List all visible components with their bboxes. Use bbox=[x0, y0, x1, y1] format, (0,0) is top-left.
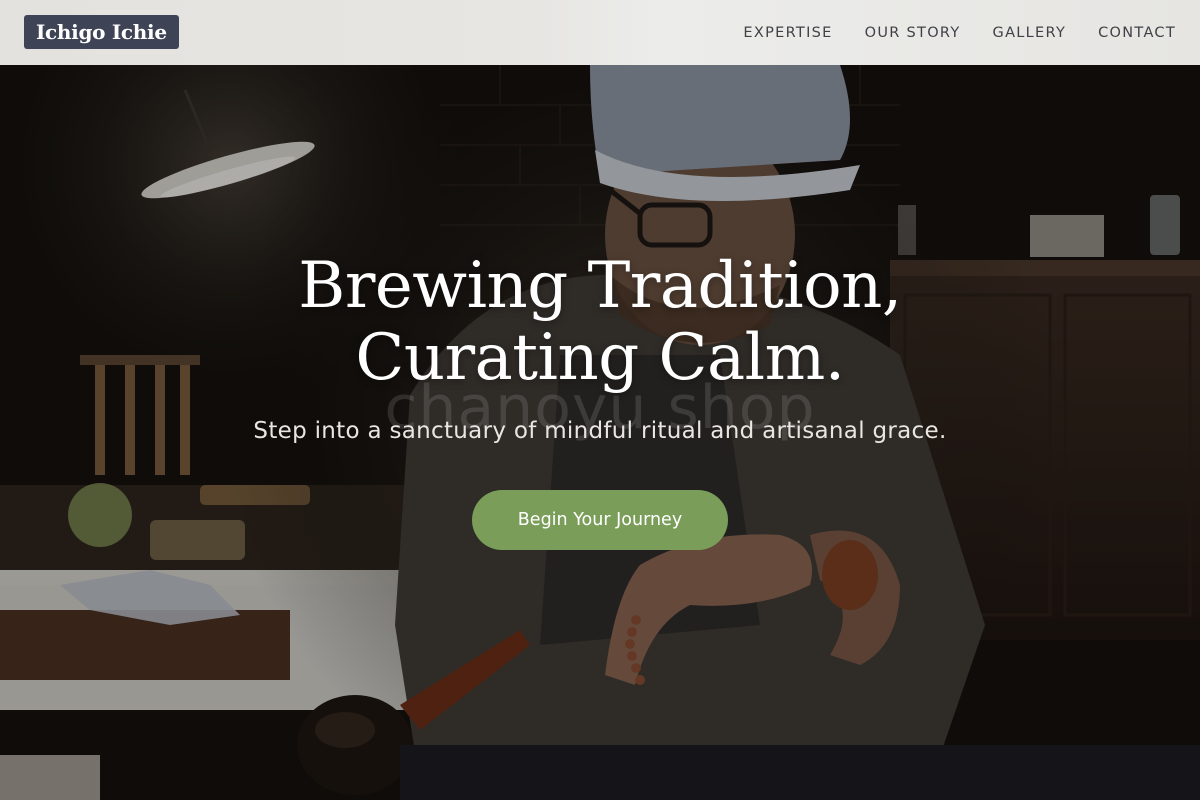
hero-headline: Brewing Tradition, Curating Calm. bbox=[0, 250, 1200, 394]
main-nav: EXPERTISE OUR STORY GALLERY CONTACT bbox=[711, 0, 1176, 65]
site-header: Ichigo Ichie EXPERTISE OUR STORY GALLERY… bbox=[0, 0, 1200, 65]
nav-link-gallery[interactable]: GALLERY bbox=[993, 25, 1067, 41]
begin-journey-button[interactable]: Begin Your Journey bbox=[472, 490, 728, 550]
nav-link-our-story[interactable]: OUR STORY bbox=[865, 25, 961, 41]
hero-headline-line1: Brewing Tradition, bbox=[298, 249, 902, 323]
hero-headline-line2: Curating Calm. bbox=[355, 321, 845, 395]
site-logo[interactable]: Ichigo Ichie bbox=[24, 15, 179, 49]
hero-section: chanoyu shop Brewing Tradition, Curating… bbox=[0, 65, 1200, 800]
nav-link-contact[interactable]: CONTACT bbox=[1098, 25, 1176, 41]
nav-link-expertise[interactable]: EXPERTISE bbox=[743, 25, 832, 41]
hero-subheadline: Step into a sanctuary of mindful ritual … bbox=[253, 418, 947, 444]
